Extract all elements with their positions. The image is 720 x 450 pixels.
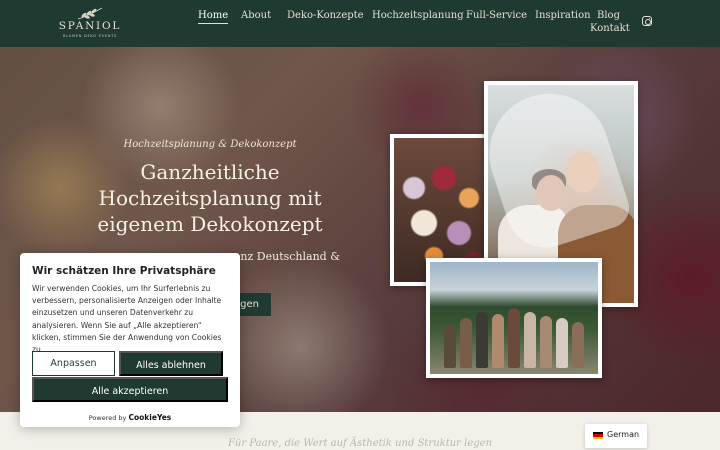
cookie-customize-button[interactable]: Anpassen xyxy=(32,351,115,376)
section-tagline: Für Paare, die Wert auf Ästhetik und Str… xyxy=(227,438,493,449)
nav-home[interactable]: Home xyxy=(198,10,229,24)
instagram-icon[interactable] xyxy=(642,16,652,26)
cookie-consent-banner: Wir schätzen Ihre Privatsphäre Wir verwe… xyxy=(20,253,240,427)
powered-by-label: Powered by xyxy=(88,414,127,422)
cookie-description: Wir verwenden Cookies, um Ihr Surferlebn… xyxy=(32,284,222,355)
nav-inspiration[interactable]: Inspiration xyxy=(535,10,591,21)
cookieyes-logo[interactable]: CookieYes xyxy=(129,413,172,422)
cookie-accept-all-button[interactable]: Alle akzeptieren xyxy=(32,377,228,402)
germany-flag-icon xyxy=(593,432,603,439)
hero-title: Ganzheitliche Hochzeitsplanung mit eigen… xyxy=(97,160,323,236)
cookie-title: Wir schätzen Ihre Privatsphäre xyxy=(32,265,216,277)
nav-full-service[interactable]: Full-Service xyxy=(466,10,527,21)
site-header: SPANIOL BLUMEN DEKO EVENTS Home About De… xyxy=(0,0,720,47)
nav-blog[interactable]: Blog xyxy=(597,10,620,21)
site-logo[interactable]: SPANIOL BLUMEN DEKO EVENTS xyxy=(58,7,122,41)
hero-eyebrow: Hochzeitsplanung & Dekokonzept xyxy=(123,139,297,150)
nav-kontakt[interactable]: Kontakt xyxy=(590,23,630,34)
logo-tagline: BLUMEN DEKO EVENTS xyxy=(62,34,118,38)
cookie-powered-by: Powered by CookieYes xyxy=(20,413,240,422)
language-switcher[interactable]: German xyxy=(585,424,647,448)
nav-deko-konzepte[interactable]: Deko-Konzepte xyxy=(287,10,364,21)
logo-name: SPANIOL xyxy=(58,20,122,32)
wedding-party-photo xyxy=(426,258,602,378)
cookie-reject-all-button[interactable]: Alles ablehnen xyxy=(119,351,223,376)
nav-about[interactable]: About xyxy=(241,10,271,21)
leaf-icon xyxy=(77,7,103,20)
language-label: German xyxy=(607,430,640,439)
nav-hochzeitsplanung[interactable]: Hochzeitsplanung xyxy=(372,10,464,21)
